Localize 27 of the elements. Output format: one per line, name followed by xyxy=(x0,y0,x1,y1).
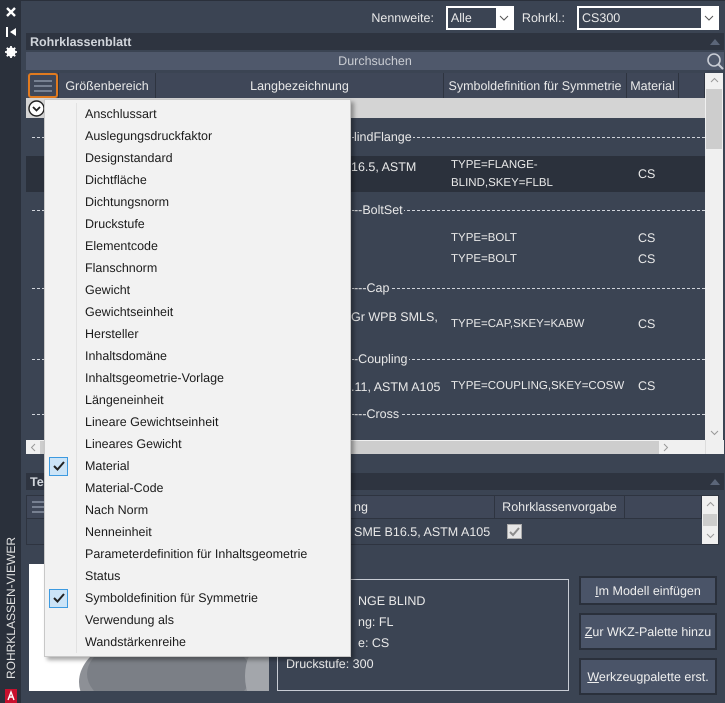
table-cell-text: TYPE=FLANGE-BLIND,SKEY=FLBL xyxy=(451,158,554,191)
filter-label: Nennweite: xyxy=(371,10,434,24)
table-cell: Gr WPB SMLS, xyxy=(351,310,438,324)
section-title: Rohrklassenblatt xyxy=(30,34,132,48)
table-cell: CS xyxy=(638,379,656,393)
filter-label: Rohrkl.: xyxy=(522,10,565,24)
table-cell: CS xyxy=(638,231,656,245)
table-cell: .11, ASTM A105 xyxy=(351,380,440,394)
table-cell: SME B16.5, ASTM A105 xyxy=(354,524,490,538)
detail-text: e: CS xyxy=(357,636,390,650)
table-cell-text: TYPE=CAP,SKEY=KABW xyxy=(451,317,584,332)
table-cell: 16.5, ASTM xyxy=(351,160,416,174)
group-label: ---Cap xyxy=(354,281,390,295)
table-cell: CS xyxy=(638,317,656,331)
detail-text: Druckstufe: 300 xyxy=(286,657,375,671)
group-label: --BoltSet xyxy=(354,203,404,217)
table-cell-text: TYPE=BOLT xyxy=(451,231,517,246)
group-label: lindFlange xyxy=(354,130,413,144)
panel-title: ROHRKLASSEN-VIEWER xyxy=(4,536,18,679)
table-cell: CS xyxy=(638,252,656,266)
group-label: -Coupling xyxy=(354,352,409,366)
group-label: ---Cross xyxy=(354,407,400,421)
detail-text: NGE BLIND xyxy=(357,594,426,608)
table-cell-text: TYPE=BOLT xyxy=(451,252,517,267)
section-title: Te xyxy=(30,474,44,488)
table-cell: CS xyxy=(638,167,656,181)
detail-text: ng: FL xyxy=(357,615,394,629)
